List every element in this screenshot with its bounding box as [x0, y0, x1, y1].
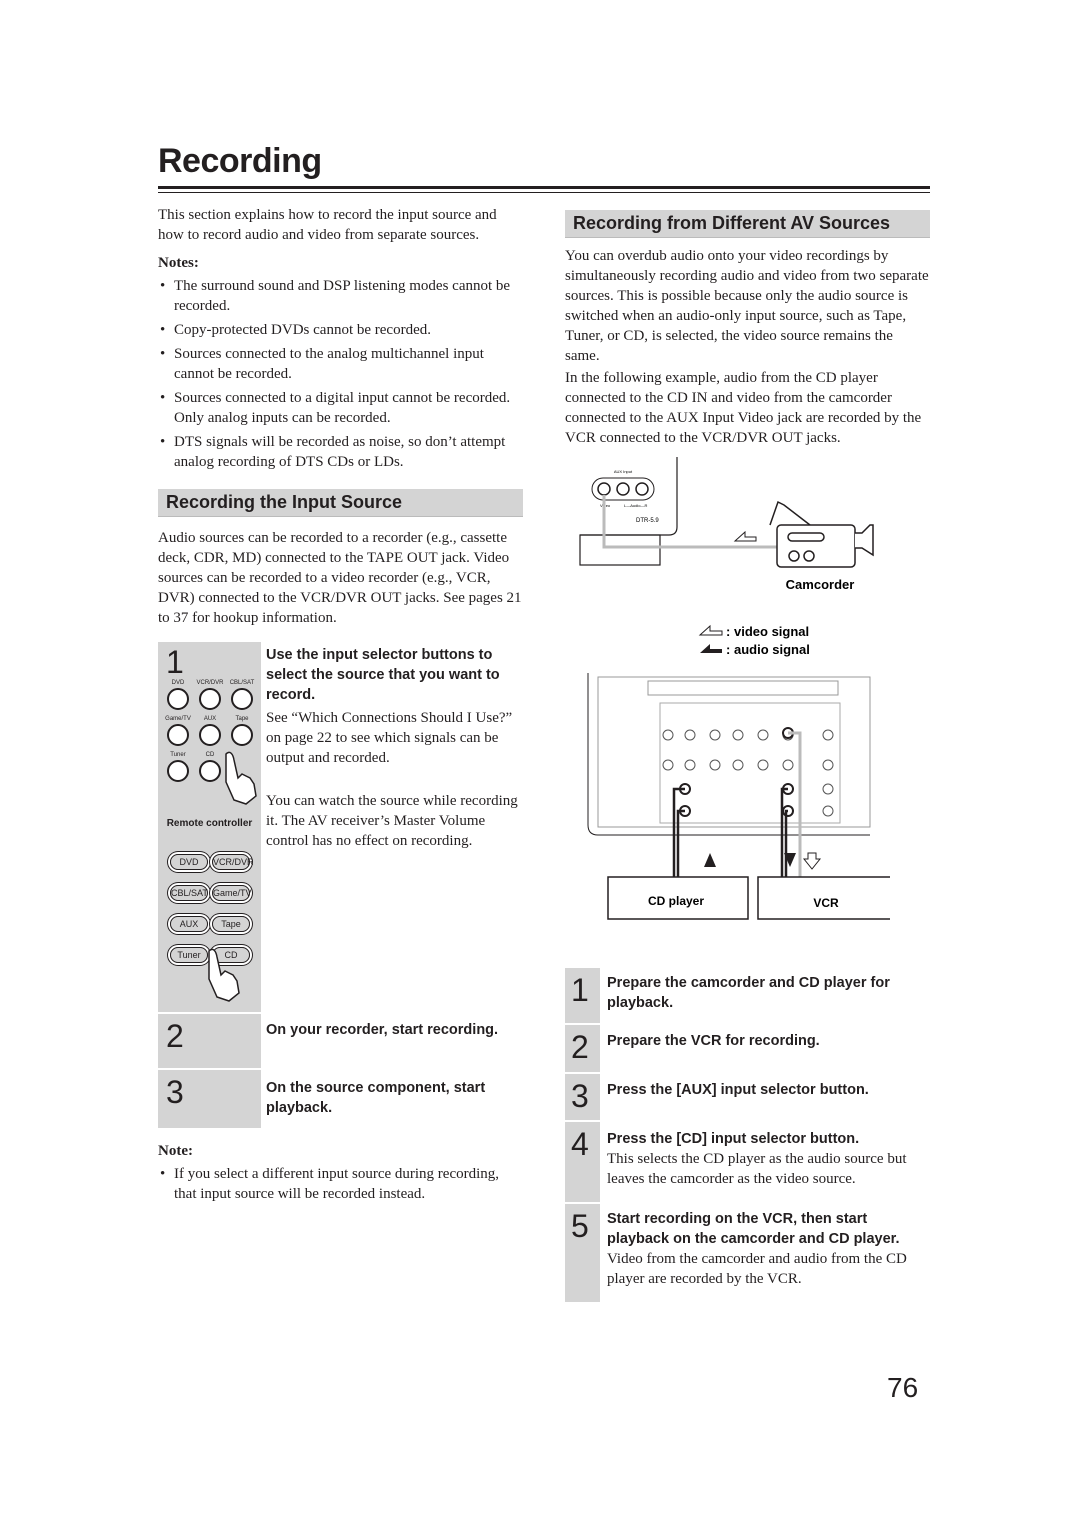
page-number: 76: [887, 1372, 919, 1403]
step-body: Video from the camcorder and audio from …: [607, 1251, 907, 1287]
step-2-box: 2: [158, 1014, 261, 1068]
step-number: 1: [571, 972, 589, 1008]
note-item: The surround sound and DSP listening mod…: [158, 276, 523, 316]
step-title: On the source component, start playback.: [266, 1080, 486, 1116]
av-step-4-content: Press the [CD] input selector button. Th…: [607, 1129, 930, 1189]
av-para-1: You can overdub audio onto your video re…: [565, 248, 929, 364]
step-number: 1: [166, 644, 184, 680]
panel-button-dvd: DVD: [162, 680, 194, 712]
remote-label: Remote controller: [166, 818, 253, 829]
panel-button-tuner: Tuner: [162, 752, 194, 784]
step-1-box: 1 DVD VCR/DVR CBL/SAT Game/TV AUX Tape T…: [158, 642, 261, 1012]
bottom-note: Note: If you select a different input so…: [158, 1143, 523, 1204]
av-step-5-box: 5: [565, 1204, 600, 1302]
note-item: If you select a different input source d…: [158, 1164, 523, 1204]
notes-label: Notes:: [158, 255, 199, 271]
step-title: Press the [CD] input selector button.: [607, 1131, 860, 1147]
audio-signal-legend-icon: [700, 644, 722, 653]
note-item: Copy-protected DVDs cannot be recorded.: [158, 320, 523, 340]
step-number: 4: [571, 1126, 589, 1162]
title-rule-thin: [158, 192, 930, 193]
step-title: Use the input selector buttons to select…: [266, 647, 500, 703]
step-body: This selects the CD player as the audio …: [607, 1151, 907, 1187]
step-body: You can watch the source while recording…: [266, 793, 518, 849]
input-source-body: Audio sources can be recorded to a recor…: [158, 530, 522, 626]
av-step-3-box: 3: [565, 1074, 600, 1120]
panel-button-vcr-dvr: VCR/DVR: [194, 680, 226, 712]
legend-video: video signal: [734, 624, 809, 639]
note-label: Note:: [158, 1143, 193, 1159]
audio-arrow-up: [704, 853, 716, 867]
step-3-box: 3: [158, 1070, 261, 1128]
aux-input-label: AUX Input: [614, 469, 633, 474]
title-rule: [158, 186, 930, 189]
remote-button-game-tv: Game/TV: [212, 885, 252, 901]
remote-button-aux: AUX: [170, 916, 208, 932]
step-body: See “Which Connections Should I Use?” on…: [266, 710, 513, 766]
connection-diagram: AUX Input Video L—Audio—R DTR-5.9 Camcor…: [579, 457, 890, 920]
step-number: 5: [571, 1208, 589, 1244]
audio-jack-label: L—Audio—R: [624, 503, 647, 508]
video-signal-arrow: [733, 530, 757, 542]
page-title: Recording: [158, 142, 322, 180]
step-number: 2: [166, 1018, 184, 1054]
av-step-1-box: 1: [565, 968, 600, 1023]
step-title: Prepare the camcorder and CD player for …: [607, 975, 890, 1011]
remote-button-vcr-dvr: VCR/DVR: [212, 854, 254, 870]
step-1-content: Use the input selector buttons to select…: [266, 645, 524, 851]
cd-player-label: CD player: [648, 894, 704, 908]
legend-audio: audio signal: [734, 642, 810, 657]
step-title: On your recorder, start recording.: [266, 1022, 499, 1038]
av-step-4-box: 4: [565, 1122, 600, 1202]
note-item: Sources connected to the analog multicha…: [158, 344, 523, 384]
model-label: DTR-5.9: [636, 518, 659, 524]
step-title: Start recording on the VCR, then start p…: [607, 1211, 900, 1247]
av-step-2-box: 2: [565, 1025, 600, 1072]
svg-text::: :: [726, 642, 730, 657]
section-heading-av-sources: Recording from Different AV Sources: [565, 210, 930, 238]
camcorder-label: Camcorder: [786, 577, 855, 592]
panel-button-game-tv: Game/TV: [162, 716, 194, 748]
rear-jacks: [662, 727, 834, 817]
video-arrow-down: [802, 852, 822, 870]
camcorder-icon: [769, 500, 874, 568]
section-heading-input-source: Recording the Input Source: [158, 489, 523, 517]
remote-button-cbl-sat: CBL/SAT: [170, 885, 208, 901]
step-title: Prepare the VCR for recording.: [607, 1033, 820, 1049]
panel-button-aux: AUX: [194, 716, 226, 748]
intro-section: This section explains how to record the …: [158, 205, 523, 472]
note-item: DTS signals will be recorded as noise, s…: [158, 432, 523, 472]
panel-button-tape: Tape: [226, 716, 258, 748]
step-number: 2: [571, 1029, 589, 1065]
remote-button-tape: Tape: [212, 916, 250, 932]
intro-text: This section explains how to record the …: [158, 207, 497, 243]
step-number: 3: [166, 1074, 184, 1110]
pointing-hand-icon: [225, 751, 257, 805]
pointing-hand-icon: [208, 948, 240, 1002]
av-step-5-content: Start recording on the VCR, then start p…: [607, 1209, 930, 1289]
video-signal-legend-icon: [698, 624, 723, 636]
note-item: Sources connected to a digital input can…: [158, 388, 523, 428]
svg-text::: :: [726, 624, 730, 639]
vcr-label: VCR: [813, 896, 839, 910]
panel-button-cbl-sat: CBL/SAT: [226, 680, 258, 712]
step-title: Press the [AUX] input selector button.: [607, 1082, 869, 1098]
step-number: 3: [571, 1078, 589, 1114]
notes-list: The surround sound and DSP listening mod…: [158, 276, 523, 472]
av-para-2: In the following example, audio from the…: [565, 370, 922, 446]
remote-button-dvd: DVD: [170, 854, 208, 870]
